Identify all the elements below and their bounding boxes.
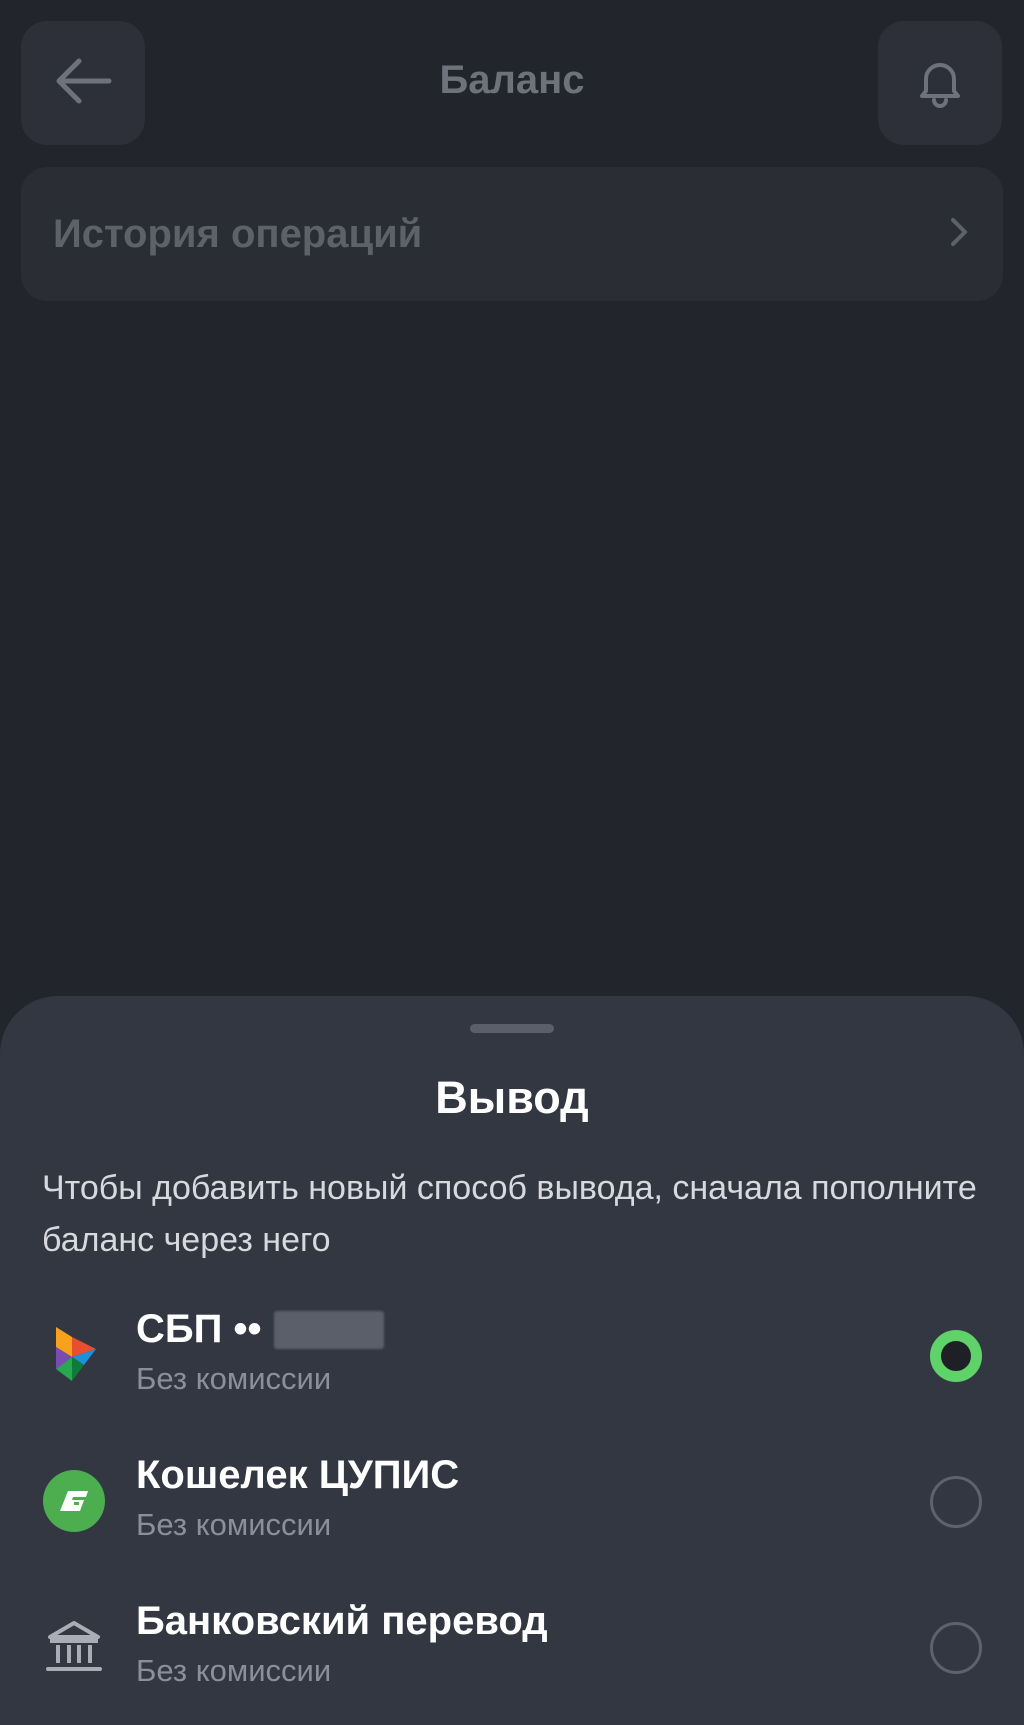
option-title: Банковский перевод xyxy=(136,1599,548,1643)
masked-phone-number xyxy=(273,1310,384,1349)
chevron-right-icon xyxy=(947,214,971,255)
option-title-text: СБП •• xyxy=(136,1307,262,1351)
sheet-description: Чтобы добавить новый способ вывода, снач… xyxy=(42,1169,977,1259)
radio-selected[interactable] xyxy=(930,1330,982,1382)
operations-history-label: История операций xyxy=(53,211,423,256)
radio-unselected[interactable] xyxy=(930,1476,982,1528)
option-subtitle: Без комиссии xyxy=(136,1653,332,1688)
option-title: Кошелек ЦУПИС xyxy=(136,1453,460,1497)
page-title: Баланс xyxy=(439,58,585,102)
cupis-wallet-icon xyxy=(38,1465,110,1537)
sheet-title: Вывод xyxy=(435,1072,589,1123)
withdrawal-sheet: Вывод Чтобы добавить новый способ вывода… xyxy=(0,996,1024,1725)
sheet-drag-handle[interactable] xyxy=(470,1024,554,1033)
withdraw-option-cupis[interactable]: Кошелек ЦУПИС Без комиссии xyxy=(0,1439,1024,1569)
bank-icon xyxy=(38,1611,110,1683)
withdraw-option-bank-transfer[interactable]: Банковский перевод Без комиссии xyxy=(0,1585,1024,1715)
screen: Баланс История операций Вывод Чтобы доба… xyxy=(0,0,1024,1725)
notifications-button[interactable] xyxy=(878,21,1002,145)
sbp-logo-icon xyxy=(38,1319,110,1391)
bell-icon xyxy=(912,53,968,114)
operations-history-row[interactable]: История операций xyxy=(21,167,1003,301)
top-bar: Баланс xyxy=(0,0,1024,160)
withdraw-option-sbp[interactable]: СБП •• Без комиссии xyxy=(0,1293,1024,1423)
option-subtitle: Без комиссии xyxy=(136,1507,332,1542)
radio-unselected[interactable] xyxy=(930,1622,982,1674)
option-subtitle: Без комиссии xyxy=(136,1361,332,1396)
option-title: СБП •• xyxy=(136,1307,384,1352)
